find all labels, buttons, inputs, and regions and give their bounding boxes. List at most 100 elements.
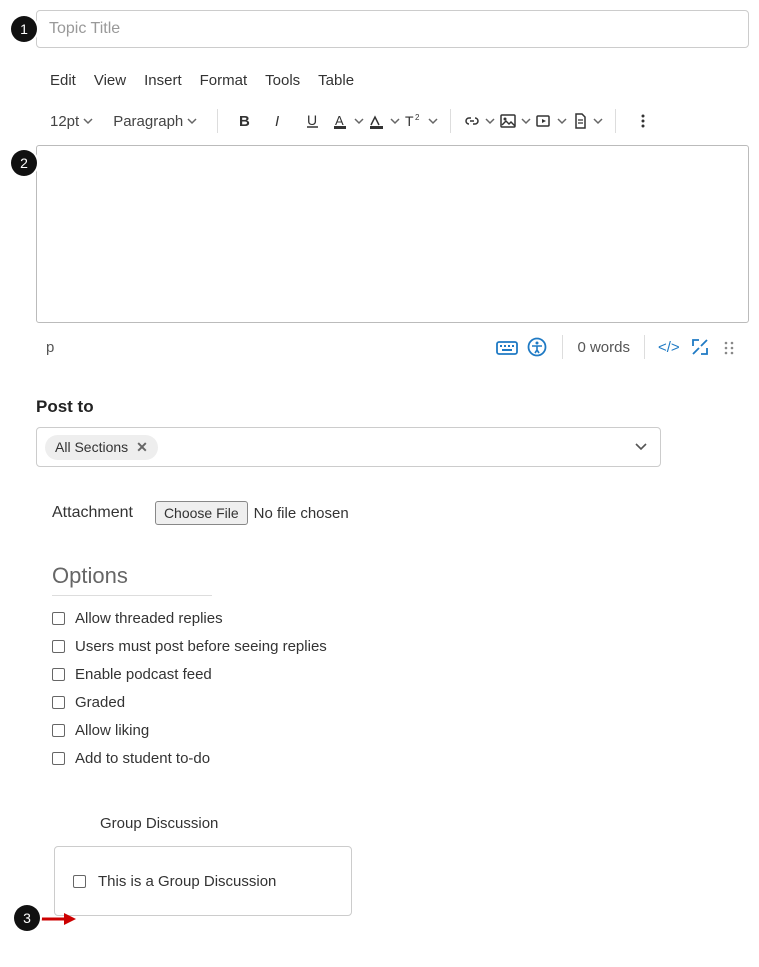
underline-icon: U [304, 112, 322, 130]
section-chip-label: All Sections [55, 439, 128, 455]
callout-1: 1 [11, 16, 37, 42]
checkbox[interactable] [52, 752, 65, 765]
link-button[interactable] [463, 105, 495, 137]
underline-button[interactable]: U [298, 105, 328, 137]
more-toolbar-button[interactable] [628, 105, 658, 137]
option-graded[interactable]: Graded [52, 694, 749, 711]
option-label: Add to student to-do [75, 750, 210, 767]
option-liking[interactable]: Allow liking [52, 722, 749, 739]
toolbar-separator [450, 109, 451, 133]
menu-tools[interactable]: Tools [265, 72, 300, 89]
expand-icon [690, 337, 710, 357]
highlight-icon [368, 112, 386, 130]
kebab-icon [634, 112, 652, 130]
block-format-dropdown[interactable]: Paragraph [105, 105, 205, 137]
section-chip: All Sections ✕ [45, 435, 158, 460]
options-heading: Options [52, 563, 749, 589]
editor-statusbar: p 0 words </> [36, 323, 749, 361]
option-post-first[interactable]: Users must post before seeing replies [52, 638, 749, 655]
menu-format[interactable]: Format [200, 72, 248, 89]
code-icon: </> [657, 338, 683, 356]
editor-content-area[interactable] [36, 145, 749, 323]
menu-view[interactable]: View [94, 72, 126, 89]
html-view-button[interactable]: </> [655, 333, 685, 361]
editor-menubar: Edit View Insert Format Tools Table [36, 66, 749, 99]
option-podcast[interactable]: Enable podcast feed [52, 666, 749, 683]
option-label: Graded [75, 694, 125, 711]
checkbox[interactable] [52, 640, 65, 653]
group-discussion-label: This is a Group Discussion [98, 873, 276, 890]
link-icon [463, 112, 481, 130]
document-button[interactable] [571, 105, 603, 137]
option-threaded[interactable]: Allow threaded replies [52, 610, 749, 627]
italic-button[interactable]: I [264, 105, 294, 137]
chevron-down-icon [521, 116, 531, 126]
chevron-down-icon [187, 116, 197, 126]
option-label: Allow liking [75, 722, 149, 739]
accessibility-button[interactable] [522, 333, 552, 361]
post-to-select[interactable]: All Sections ✕ [36, 427, 661, 467]
bold-button[interactable]: B [230, 105, 260, 137]
chevron-down-icon [485, 116, 495, 126]
toolbar-separator [615, 109, 616, 133]
group-discussion-checkbox[interactable] [73, 875, 86, 888]
options-divider [52, 595, 212, 596]
block-format-label: Paragraph [113, 113, 183, 130]
superscript-button[interactable]: T2 [404, 105, 438, 137]
option-label: Users must post before seeing replies [75, 638, 327, 655]
topic-title-input[interactable] [36, 10, 749, 48]
keyboard-shortcuts-button[interactable] [492, 333, 522, 361]
checkbox[interactable] [52, 668, 65, 681]
chevron-down-icon [83, 116, 93, 126]
resize-handle[interactable] [715, 333, 745, 361]
font-size-dropdown[interactable]: 12pt [42, 105, 101, 137]
chevron-down-icon [557, 116, 567, 126]
option-todo[interactable]: Add to student to-do [52, 750, 749, 767]
keyboard-icon [496, 338, 518, 356]
post-to-label: Post to [36, 397, 749, 417]
bold-icon: B [236, 112, 254, 130]
choose-file-button[interactable]: Choose File [155, 501, 248, 525]
arrow-icon [40, 912, 76, 926]
attachment-label: Attachment [52, 504, 133, 522]
svg-text:A: A [335, 113, 344, 128]
accessibility-icon [527, 337, 547, 357]
checkbox[interactable] [52, 696, 65, 709]
media-button[interactable] [535, 105, 567, 137]
callout-2: 2 [11, 150, 37, 176]
menu-insert[interactable]: Insert [144, 72, 182, 89]
menu-table[interactable]: Table [318, 72, 354, 89]
callout-3: 3 [14, 905, 40, 931]
svg-text:T: T [405, 113, 414, 129]
image-button[interactable] [499, 105, 531, 137]
chevron-down-icon [428, 116, 438, 126]
checkbox[interactable] [52, 724, 65, 737]
superscript-icon: T2 [404, 112, 424, 130]
chevron-down-icon [390, 116, 400, 126]
image-icon [499, 112, 517, 130]
group-discussion-box: This is a Group Discussion [54, 846, 352, 916]
drag-handle-icon [722, 339, 738, 355]
text-color-button[interactable]: A [332, 105, 364, 137]
italic-icon: I [270, 112, 288, 130]
svg-text:U: U [307, 112, 317, 128]
word-count[interactable]: 0 words [573, 339, 634, 356]
chevron-down-icon [634, 440, 648, 454]
element-path[interactable]: p [46, 339, 54, 356]
chevron-down-icon [354, 116, 364, 126]
option-label: Enable podcast feed [75, 666, 212, 683]
group-discussion-heading: Group Discussion [100, 815, 749, 832]
checkbox[interactable] [52, 612, 65, 625]
fullscreen-button[interactable] [685, 333, 715, 361]
toolbar-separator [217, 109, 218, 133]
option-label: Allow threaded replies [75, 610, 223, 627]
file-status: No file chosen [254, 505, 349, 522]
text-color-icon: A [332, 112, 350, 130]
document-icon [571, 112, 589, 130]
highlight-button[interactable] [368, 105, 400, 137]
remove-chip-button[interactable]: ✕ [136, 439, 148, 456]
font-size-label: 12pt [50, 113, 79, 130]
svg-text:B: B [239, 113, 250, 130]
svg-text:2: 2 [415, 113, 420, 122]
menu-edit[interactable]: Edit [50, 72, 76, 89]
